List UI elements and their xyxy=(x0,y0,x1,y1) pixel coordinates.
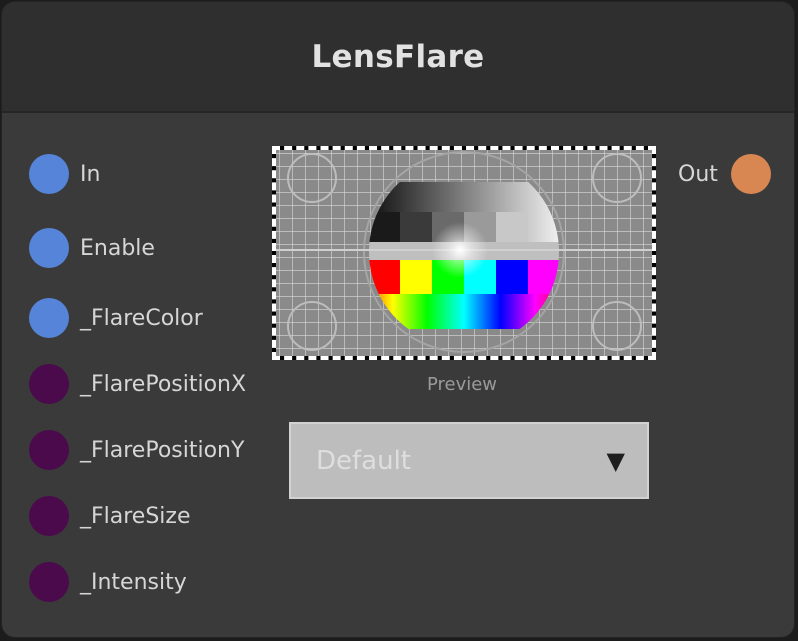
port-connector-icon[interactable] xyxy=(29,298,69,338)
port-label: _FlarePositionY xyxy=(80,437,245,463)
port-label: _FlareColor xyxy=(80,305,203,331)
port-label: In xyxy=(80,161,101,187)
port-connector-icon[interactable] xyxy=(730,154,771,194)
port-connector-icon[interactable] xyxy=(29,364,69,404)
lensflare-node[interactable]: LensFlare In Enable _FlareColor _FlarePo… xyxy=(1,1,795,638)
port-label: Out xyxy=(678,161,718,187)
input-port-intensity[interactable]: _Intensity xyxy=(29,562,187,602)
port-connector-icon[interactable] xyxy=(29,228,69,268)
port-label: Enable xyxy=(80,235,155,261)
dropdown-value: Default xyxy=(316,445,411,476)
input-port-flarepositionx[interactable]: _FlarePositionX xyxy=(29,364,246,404)
node-header[interactable]: LensFlare xyxy=(2,2,794,113)
node-title: LensFlare xyxy=(311,38,485,75)
port-connector-icon[interactable] xyxy=(29,562,69,602)
port-connector-icon[interactable] xyxy=(29,154,69,194)
port-label: _FlarePositionX xyxy=(80,371,247,397)
port-label: _Intensity xyxy=(80,569,187,595)
preview-image xyxy=(272,146,656,360)
input-port-flarecolor[interactable]: _FlareColor xyxy=(29,298,203,338)
port-connector-icon[interactable] xyxy=(29,430,69,470)
triangle-down-icon[interactable]: ▼ xyxy=(607,447,625,475)
port-connector-icon[interactable] xyxy=(29,496,69,536)
input-port-in[interactable]: In xyxy=(29,154,100,194)
output-port-out[interactable]: Out xyxy=(678,154,771,194)
input-port-flaresize[interactable]: _FlareSize xyxy=(29,496,191,536)
input-port-flarepositiony[interactable]: _FlarePositionY xyxy=(29,430,244,470)
input-port-enable[interactable]: Enable xyxy=(29,228,155,268)
port-label: _FlareSize xyxy=(80,503,191,529)
test-pattern-icon xyxy=(276,150,652,356)
mode-dropdown[interactable]: Default ▼ xyxy=(289,422,649,499)
preview-label: Preview xyxy=(426,374,498,395)
